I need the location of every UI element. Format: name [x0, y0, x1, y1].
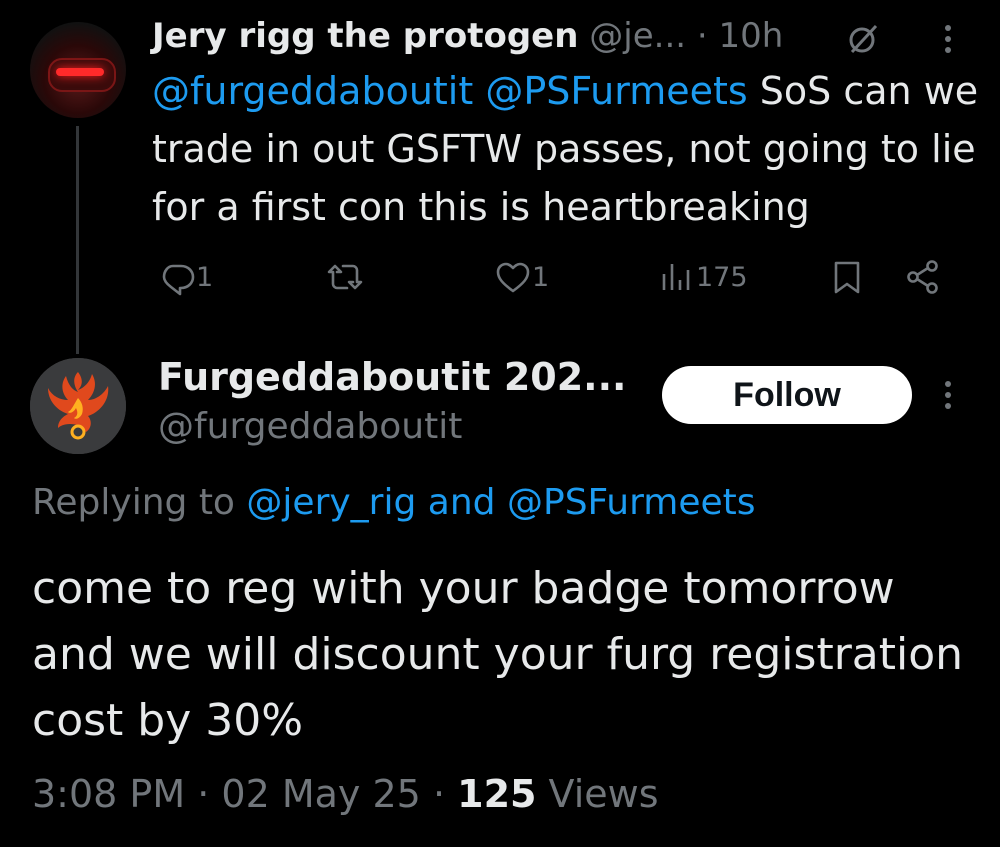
avatar-jery-rigg[interactable]	[30, 22, 126, 118]
more-options-icon[interactable]	[936, 378, 960, 412]
tweet1-author-name[interactable]: Jery rigg the protogen	[152, 16, 578, 56]
reply-button[interactable]: 1	[158, 254, 213, 300]
meta-separator: ·	[197, 772, 210, 816]
replying-user-jery-rig[interactable]: @jery_rig	[246, 482, 416, 523]
tweet2-meta: 3:08 PM · 02 May 25 · 125 Views	[32, 768, 659, 820]
like-button[interactable]: 1	[494, 254, 549, 300]
grok-icon[interactable]	[846, 22, 880, 56]
replying-and: and	[427, 482, 496, 523]
tweet1-author-handle[interactable]: @je...	[589, 16, 686, 56]
avatar-visor-glow	[56, 68, 104, 76]
tweet2-time[interactable]: 3:08 PM	[32, 772, 185, 816]
phoenix-logo-icon	[30, 358, 126, 454]
views-icon	[662, 264, 690, 290]
bookmark-button[interactable]	[828, 254, 866, 300]
like-count: 1	[532, 261, 550, 293]
views-button[interactable]: 175	[658, 254, 748, 300]
replying-to: Replying to @jery_rig and @PSFurmeets	[32, 478, 756, 528]
tweet1-separator: ·	[696, 16, 708, 56]
avatar-furgeddaboutit[interactable]	[30, 358, 126, 454]
mention-psfurmeets[interactable]: @PSFurmeets	[485, 69, 747, 113]
mention-furgeddaboutit[interactable]: @furgeddaboutit	[152, 69, 473, 113]
reply-count: 1	[196, 261, 214, 293]
heart-icon	[496, 262, 530, 293]
more-options-icon[interactable]	[936, 22, 960, 56]
tweet1-body: @furgeddaboutit @PSFurmeets SoS can we t…	[152, 62, 982, 236]
tweet2-body: come to reg with your badge tomorrow and…	[32, 563, 964, 746]
meta-separator: ·	[432, 772, 446, 816]
reply-icon	[162, 264, 195, 296]
replying-user-psfurmeets[interactable]: @PSFurmeets	[507, 482, 756, 523]
views-count: 175	[696, 261, 748, 293]
thread-connector-line	[76, 126, 79, 354]
replying-to-label: Replying to	[32, 482, 235, 523]
tweet2-views-count[interactable]: 125	[457, 772, 536, 816]
tweet2-date[interactable]: 02 May 25	[221, 772, 420, 816]
retweet-icon	[327, 264, 363, 290]
tweet2-views-label: Views	[548, 772, 659, 816]
bookmark-icon	[834, 261, 860, 294]
tweet1-timestamp[interactable]: 10h	[719, 16, 784, 56]
follow-button[interactable]: Follow	[662, 366, 912, 424]
share-icon	[907, 260, 938, 294]
tweet2-author-handle[interactable]: @furgeddaboutit	[158, 402, 462, 452]
share-button[interactable]	[904, 254, 942, 300]
repost-button[interactable]	[326, 254, 364, 300]
tweet1-header: Jery rigg the protogen @je... · 10h	[152, 14, 783, 58]
tweet2-author-name[interactable]: Furgeddaboutit 202...	[158, 352, 626, 402]
